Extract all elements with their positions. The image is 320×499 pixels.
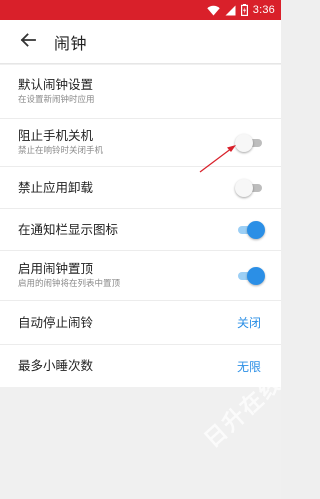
setting-pin-alarm[interactable]: 启用闹钟置顶 启用的闹钟将在列表中置顶	[0, 251, 281, 301]
back-button[interactable]	[8, 20, 48, 64]
notification-icon-switch[interactable]	[235, 220, 265, 240]
setting-title: 默认闹钟设置	[18, 77, 94, 92]
status-bar: 3:36	[0, 0, 281, 20]
setting-title: 启用闹钟置顶	[18, 261, 94, 276]
arrow-left-icon	[20, 32, 36, 51]
setting-title: 阻止手机关机	[18, 128, 94, 143]
setting-subtitle: 在设置新闹钟时应用	[18, 95, 95, 105]
wifi-icon	[207, 5, 220, 16]
setting-title: 禁止应用卸载	[18, 179, 94, 195]
signal-icon	[225, 5, 236, 16]
page-title: 闹钟	[54, 33, 88, 53]
prevent-uninstall-switch[interactable]	[235, 178, 265, 198]
settings-page: 3:36 闹钟 默认闹钟设置 在设置新闹钟时应用 阻止手机关机 禁止在响铃时关闭…	[0, 0, 281, 499]
setting-subtitle: 启用的闹钟将在列表中置顶	[18, 279, 121, 289]
status-time: 3:36	[252, 4, 275, 16]
setting-max-snooze[interactable]: 最多小睡次数 无限	[0, 345, 281, 387]
setting-subtitle: 禁止在响铃时关闭手机	[18, 146, 104, 156]
auto-stop-value[interactable]: 关闭	[237, 314, 261, 331]
pin-alarm-switch[interactable]	[235, 266, 265, 286]
max-snooze-value[interactable]: 无限	[237, 358, 261, 375]
setting-notification-icon[interactable]: 在通知栏显示图标	[0, 209, 281, 251]
battery-icon	[240, 4, 248, 16]
setting-default-alarm[interactable]: 默认闹钟设置 在设置新闹钟时应用	[0, 65, 281, 119]
red-arrow-icon	[196, 140, 240, 180]
settings-list: 默认闹钟设置 在设置新闹钟时应用 阻止手机关机 禁止在响铃时关闭手机 禁止应用卸…	[0, 65, 281, 387]
setting-title: 自动停止闹铃	[18, 314, 94, 330]
app-bar: 闹钟	[0, 20, 281, 64]
setting-auto-stop[interactable]: 自动停止闹铃 关闭	[0, 301, 281, 345]
setting-title: 在通知栏显示图标	[18, 221, 119, 237]
setting-title: 最多小睡次数	[18, 358, 94, 373]
